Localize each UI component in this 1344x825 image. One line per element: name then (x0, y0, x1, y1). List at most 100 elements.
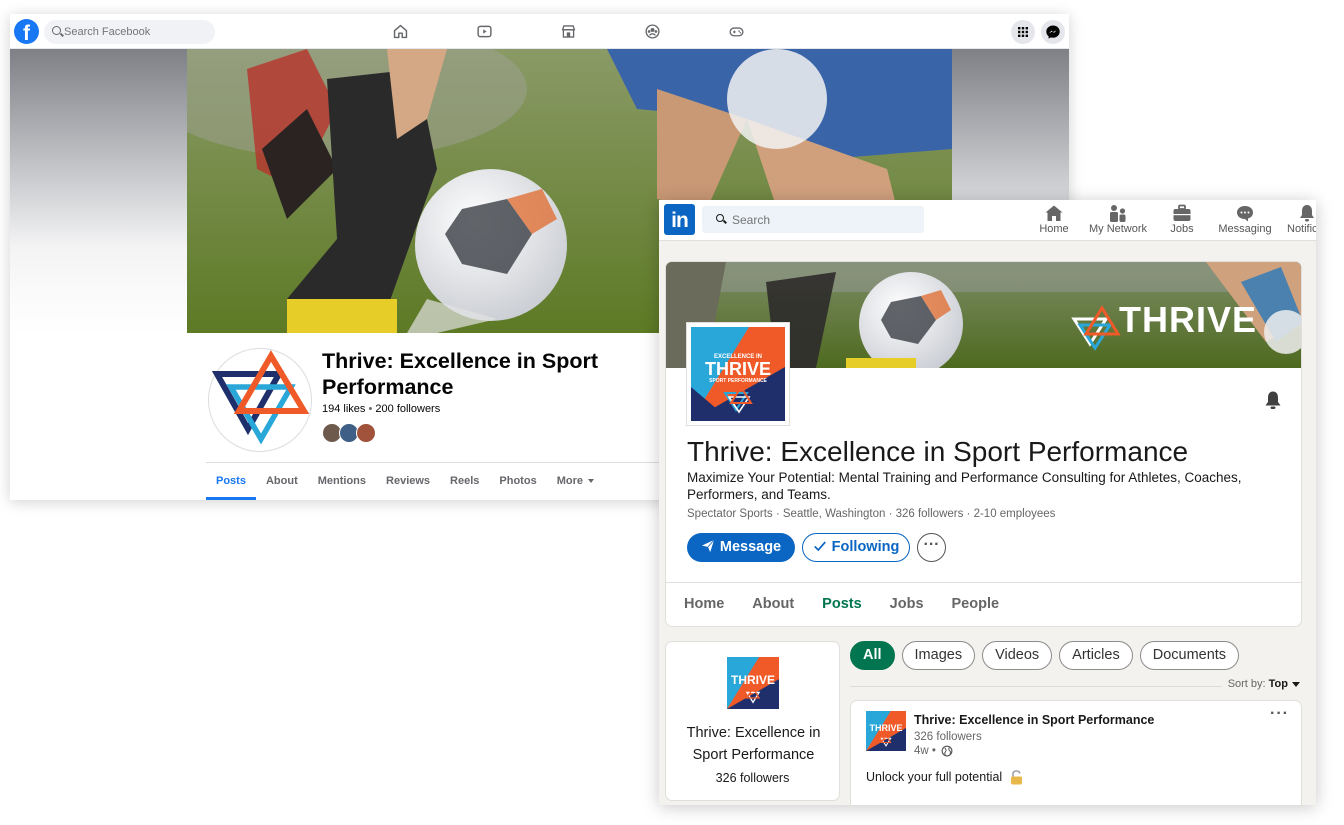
bell-icon (1300, 205, 1314, 222)
post-body: Unlock your full potential (866, 770, 1023, 785)
caret-down-icon (1292, 681, 1300, 687)
linkedin-search-box[interactable] (702, 206, 924, 233)
avatar (356, 423, 376, 443)
tab-photos[interactable]: Photos (489, 463, 546, 500)
sidebar-followers: 326 followers (715, 771, 790, 785)
post-author-followers: 326 followers (914, 731, 982, 743)
post-filters: All Images Videos Articles Documents (850, 641, 1240, 670)
feed-post: THRIVE Thrive: Excellence in Sport Perfo… (850, 700, 1302, 805)
facebook-search-box[interactable] (44, 20, 215, 44)
messaging-icon (1237, 206, 1253, 222)
tab-home[interactable]: Home (670, 583, 738, 626)
tab-more-label: More (556, 475, 583, 487)
linkedin-search-input[interactable] (732, 210, 917, 230)
filter-all[interactable]: All (850, 641, 895, 670)
likes-count[interactable]: 194 likes (322, 403, 365, 415)
tab-more[interactable]: More (547, 463, 604, 500)
post-timestamp: 4w • (914, 745, 953, 757)
post-author-name[interactable]: Thrive: Excellence in Sport Performance (914, 713, 1154, 727)
following-button[interactable]: Following (802, 533, 910, 562)
nav-home-label: Home (1039, 223, 1069, 235)
nav-jobs[interactable]: Jobs (1164, 200, 1200, 241)
tab-posts[interactable]: Posts (808, 583, 876, 626)
filter-documents[interactable]: Documents (1139, 641, 1240, 670)
send-icon (701, 539, 715, 553)
sort-value: Top (1268, 678, 1288, 690)
company-tabs: Home About Posts Jobs People (670, 583, 1014, 626)
post-age: 4w • (914, 745, 936, 758)
stats-separator: • (368, 403, 373, 415)
post-menu-button[interactable]: ··· (1270, 705, 1289, 723)
message-button-label: Message (719, 539, 782, 555)
check-icon (813, 541, 826, 552)
nav-messaging-label: Messaging (1218, 223, 1272, 235)
following-button-label: Following (831, 539, 900, 555)
sort-dropdown[interactable]: Sort by: Top (1221, 678, 1300, 690)
nav-my-network[interactable]: My Network (1084, 200, 1152, 241)
nav-messaging[interactable]: Messaging (1216, 200, 1274, 241)
linkedin-top-bar: in Home My Network Jobs Messaging (659, 200, 1316, 241)
tab-reels[interactable]: Reels (440, 463, 489, 500)
facebook-page-tabs: Posts About Mentions Reviews Reels Photo… (206, 463, 604, 500)
caret-down-icon (587, 479, 594, 484)
home-icon (1045, 205, 1063, 221)
apps-grid-icon (1018, 27, 1028, 37)
screenshot-stage: f Search Facebook Thrive: Excellence in … (0, 0, 1344, 825)
facebook-logo[interactable]: f (14, 19, 39, 44)
logo-tile-line2: THRIVE (704, 359, 771, 379)
filter-images[interactable]: Images (901, 641, 976, 670)
company-header-card: THRIVE EXCELLENCE IN THRIVE SPORT PERFOR… (665, 261, 1302, 627)
jobs-icon (1173, 204, 1191, 221)
nav-jobs-label: Jobs (1170, 223, 1194, 235)
tab-jobs[interactable]: Jobs (876, 583, 938, 626)
gaming-icon[interactable] (728, 23, 745, 40)
linkedin-window: in Home My Network Jobs Messaging (659, 200, 1316, 805)
banner-wordmark: THRIVE (1119, 299, 1258, 340)
message-button[interactable]: Message (687, 533, 795, 562)
facebook-search-input[interactable] (64, 22, 209, 42)
facebook-top-bar: f (10, 14, 1069, 49)
page-stats: 194 likes • 200 followers (322, 403, 440, 415)
filter-videos[interactable]: Videos (982, 641, 1053, 670)
sidebar-logo-wordmark: THRIVE (730, 673, 775, 687)
more-actions-button[interactable]: ··· (917, 533, 946, 562)
thrive-triangle-logo (211, 350, 310, 445)
messenger-button[interactable] (1041, 20, 1065, 44)
search-icon (716, 214, 724, 222)
logo-tile-line3: SPORT PERFORMANCE (709, 378, 767, 384)
unlocked-padlock-icon (1010, 770, 1022, 785)
video-icon[interactable] (476, 23, 493, 40)
filter-articles[interactable]: Articles (1059, 641, 1133, 670)
groups-icon[interactable] (644, 23, 661, 40)
company-name: Thrive: Excellence in Sport Performance (687, 436, 1189, 467)
nav-my-network-label: My Network (1088, 223, 1148, 235)
post-text: Unlock your full potential (866, 770, 1003, 784)
company-tagline: Maximize Your Potential: Mental Training… (687, 470, 1242, 502)
company-meta: Spectator Sports · Seattle, Washington ·… (687, 508, 1056, 520)
page-title: Thrive: Excellence in Sport Performance (322, 349, 599, 399)
menu-button[interactable] (1011, 20, 1035, 44)
tab-mentions[interactable]: Mentions (308, 463, 376, 500)
sidebar-company-name[interactable]: Thrive: Excellence in Sport Performance (674, 722, 833, 766)
tab-posts[interactable]: Posts (206, 463, 256, 500)
post-logo-wordmark: THRIVE (869, 723, 903, 733)
tab-reviews[interactable]: Reviews (376, 463, 440, 500)
marketplace-icon[interactable] (560, 23, 577, 40)
company-logo[interactable]: EXCELLENCE IN THRIVE SPORT PERFORMANCE (687, 323, 789, 425)
sidebar-company-card: THRIVE Thrive: Excellence in Sport Perfo… (665, 641, 840, 801)
tab-about[interactable]: About (256, 463, 308, 500)
network-icon (1110, 205, 1126, 222)
nav-notifications[interactable]: Notifications (1287, 200, 1316, 241)
home-icon[interactable] (392, 23, 409, 40)
nav-notifications-label: Notifications (1287, 223, 1316, 235)
page-profile-picture[interactable] (208, 348, 312, 452)
tab-about[interactable]: About (738, 583, 808, 626)
followers-count[interactable]: 200 followers (375, 403, 440, 415)
messenger-icon (1046, 25, 1060, 39)
nav-home[interactable]: Home (1034, 200, 1074, 241)
sort-label: Sort by: (1227, 678, 1266, 690)
follower-avatars[interactable] (322, 423, 382, 445)
tab-people[interactable]: People (938, 583, 1014, 626)
linkedin-logo[interactable]: in (664, 204, 695, 235)
follow-notifications-bell-icon[interactable] (1263, 390, 1283, 410)
